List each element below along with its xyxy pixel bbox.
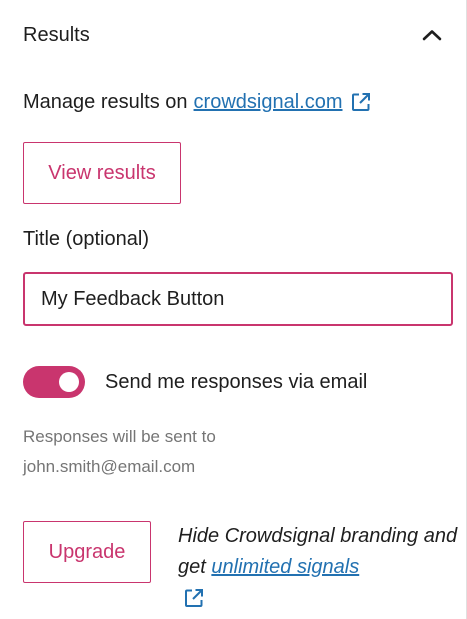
upgrade-button[interactable]: Upgrade: [23, 521, 151, 583]
toggle-knob: [59, 372, 79, 392]
help-line-1: Responses will be sent to: [23, 427, 216, 446]
results-panel-header[interactable]: Results: [0, 0, 467, 70]
email-toggle-switch[interactable]: [23, 366, 85, 398]
external-link-icon[interactable]: [349, 90, 373, 114]
manage-results-row: Manage results on crowdsignal.com: [23, 88, 373, 116]
external-link-icon[interactable]: [183, 587, 207, 611]
crowdsignal-link[interactable]: crowdsignal.com: [194, 91, 343, 114]
manage-results-text: Manage results on: [23, 90, 188, 113]
unlimited-signals-link[interactable]: unlimited signals: [211, 556, 359, 578]
view-results-button[interactable]: View results: [23, 142, 181, 204]
title-field-label: Title (optional): [23, 228, 149, 250]
panel-title: Results: [23, 23, 90, 46]
help-email-address: john.smith@email.com: [23, 457, 196, 476]
upgrade-note: Hide Crowdsignal branding and get unlimi…: [178, 521, 458, 611]
email-toggle-label: Send me responses via email: [105, 370, 368, 393]
chevron-up-icon[interactable]: [421, 24, 443, 46]
title-input[interactable]: [23, 272, 453, 326]
results-panel: Results Manage results on crowdsignal.co…: [0, 0, 467, 619]
email-help-text: Responses will be sent to john.smith@ema…: [23, 422, 443, 482]
email-toggle-row[interactable]: Send me responses via email: [23, 366, 367, 398]
